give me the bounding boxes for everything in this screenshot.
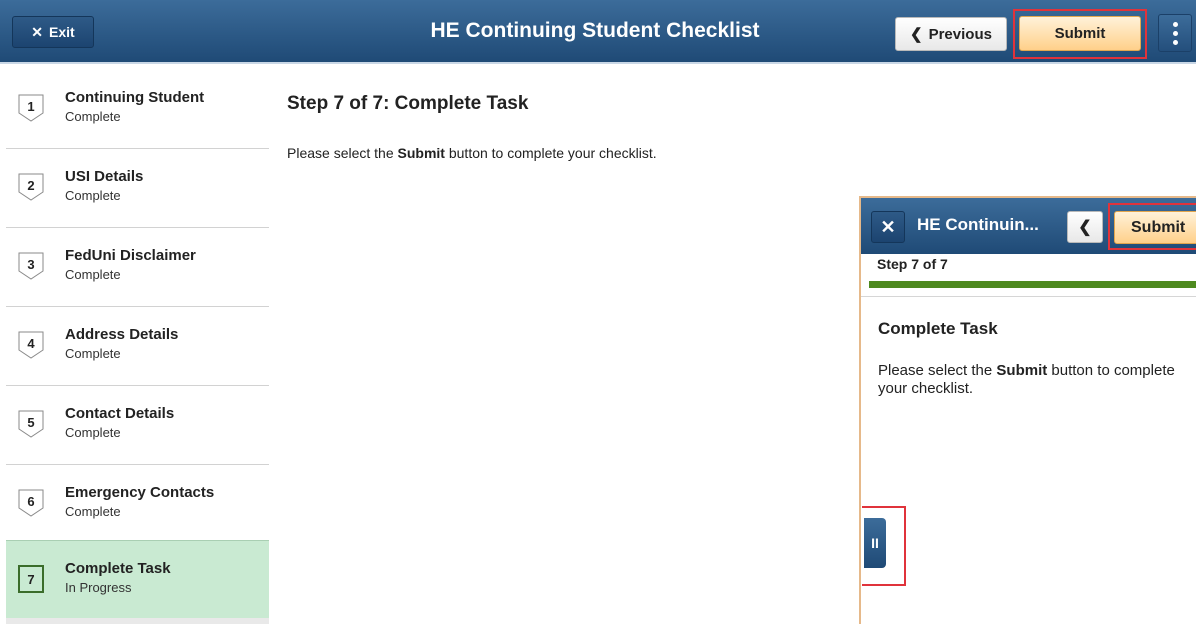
submit-highlight: Submit (1013, 9, 1147, 59)
mobile-banner: ✕ HE Continuin... ❮ Submit (861, 198, 1196, 254)
pause-icon: II (871, 535, 879, 551)
svg-text:6: 6 (27, 494, 34, 509)
sidebar-footer (6, 618, 269, 624)
mobile-exit-button[interactable]: ✕ (871, 211, 905, 243)
page-title: HE Continuing Student Checklist (430, 19, 760, 42)
step-item-7[interactable]: 7 Complete Task In Progress (6, 540, 269, 619)
svg-text:5: 5 (27, 415, 34, 430)
step-status: Complete (65, 504, 121, 519)
step-item-4[interactable]: 4 Address Details Complete (6, 307, 269, 386)
mobile-previous-button[interactable]: ❮ (1067, 211, 1103, 243)
step-label: Address Details (65, 326, 179, 343)
mobile-step-indicator: Step 7 of 7 (877, 256, 948, 272)
step-navigation: 1 Continuing Student Complete 2 USI Deta… (6, 70, 269, 624)
step-item-5[interactable]: 5 Contact Details Complete (6, 386, 269, 465)
step-item-1[interactable]: 1 Continuing Student Complete (6, 70, 269, 149)
step-marker-icon: 4 (18, 331, 44, 359)
exit-button[interactable]: ✕ Exit (12, 16, 94, 48)
mobile-page-title: HE Continuin... (917, 215, 1039, 234)
step-item-6[interactable]: 6 Emergency Contacts Complete (6, 465, 269, 544)
step-item-3[interactable]: 3 FedUni Disclaimer Complete (6, 228, 269, 307)
step-label: Complete Task (65, 560, 171, 577)
kebab-dot-icon (1172, 21, 1178, 27)
kebab-dot-icon (1172, 30, 1178, 36)
svg-text:4: 4 (27, 336, 35, 351)
step-instruction: Please select the Submit button to compl… (287, 145, 657, 161)
svg-text:1: 1 (27, 99, 34, 114)
step-status: Complete (65, 425, 121, 440)
step-label: USI Details (65, 168, 144, 185)
mobile-submit-button[interactable]: Submit (1114, 211, 1196, 244)
instruction-text: Please select the (287, 145, 398, 161)
mobile-step-heading: Complete Task (878, 319, 998, 338)
divider (861, 296, 1196, 297)
previous-label: Previous (928, 25, 992, 43)
step-label: Continuing Student (65, 89, 205, 106)
chevron-left-icon: ❮ (910, 26, 923, 43)
svg-text:2: 2 (27, 178, 34, 193)
step-label: Emergency Contacts (65, 484, 215, 501)
step-heading: Step 7 of 7: Complete Task (287, 93, 529, 114)
close-icon: ✕ (31, 23, 44, 40)
step-status: Complete (65, 188, 121, 203)
close-icon: ✕ (880, 216, 896, 237)
step-status: In Progress (65, 580, 132, 595)
top-banner: ✕ Exit HE Continuing Student Checklist ❮… (0, 0, 1196, 64)
step-label: Contact Details (65, 405, 175, 422)
svg-text:3: 3 (27, 257, 34, 272)
mobile-handle-highlight: II (862, 506, 906, 586)
instruction-text: Please select the (878, 362, 997, 379)
mobile-preview: ✕ HE Continuin... ❮ Submit Step 7 of 7 C… (859, 196, 1196, 624)
step-marker-icon: 7 (18, 565, 44, 593)
step-marker-icon: 3 (18, 252, 44, 280)
instruction-text: button to complete your checklist. (444, 145, 657, 161)
step-marker-icon: 6 (18, 489, 44, 517)
step-status: Complete (65, 267, 121, 282)
mobile-step-instruction: Please select the Submit button to compl… (878, 362, 1178, 398)
exit-label: Exit (49, 24, 75, 40)
step-status: Complete (65, 346, 121, 361)
submit-button[interactable]: Submit (1019, 16, 1141, 51)
chevron-left-icon: ❮ (1078, 219, 1092, 236)
previous-button[interactable]: ❮ Previous (895, 17, 1007, 51)
kebab-dot-icon (1172, 39, 1178, 45)
side-panel-toggle-button[interactable]: II (864, 518, 886, 568)
step-status: Complete (65, 109, 121, 124)
svg-text:7: 7 (27, 572, 34, 587)
mobile-submit-highlight: Submit (1108, 203, 1196, 250)
actions-menu-button[interactable] (1158, 14, 1192, 52)
instruction-bold-text: Submit (996, 362, 1048, 379)
instruction-bold-text: Submit (397, 145, 445, 161)
step-marker-icon: 2 (18, 173, 44, 201)
step-label: FedUni Disclaimer (65, 247, 196, 264)
step-marker-icon: 5 (18, 410, 44, 438)
step-marker-icon: 1 (18, 94, 44, 122)
step-item-2[interactable]: 2 USI Details Complete (6, 149, 269, 228)
